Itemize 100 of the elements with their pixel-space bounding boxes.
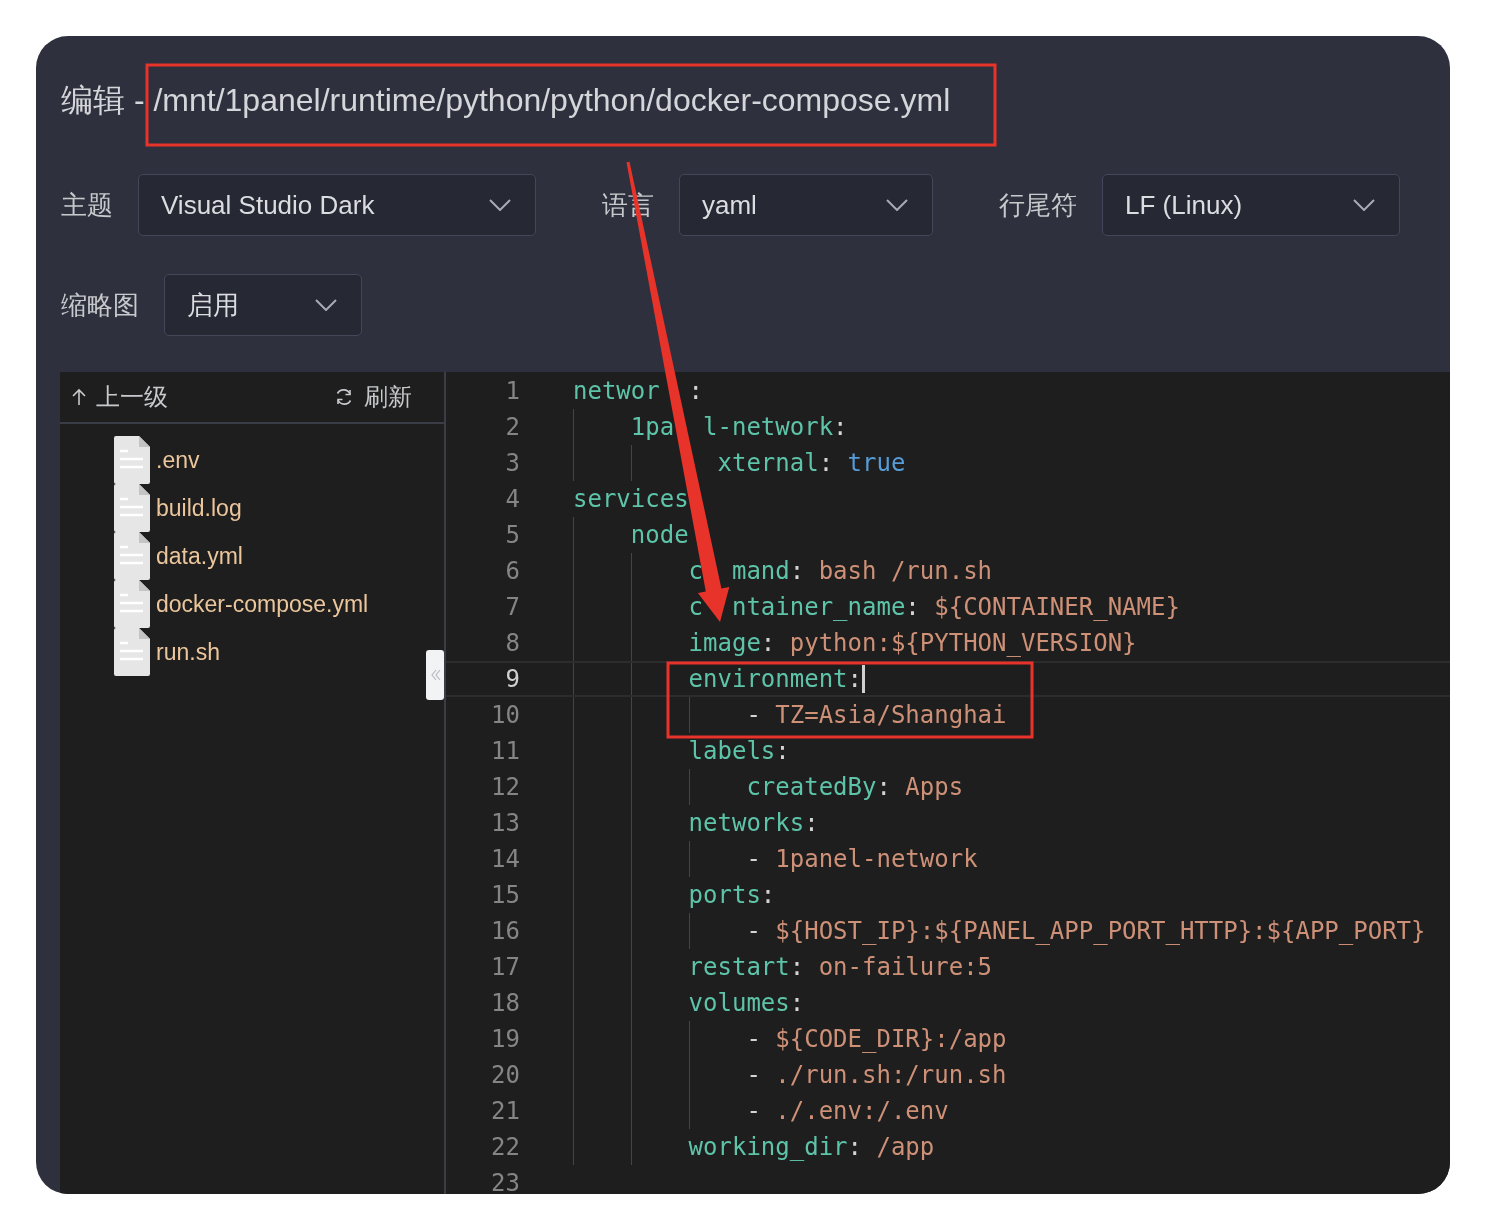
line-number: 9 — [504, 665, 520, 693]
select-dropdown[interactable]: yaml — [679, 174, 933, 236]
code-punctuation: : — [760, 629, 777, 657]
line-number: 6 — [504, 557, 520, 585]
code-punctuation: : — [847, 1133, 863, 1161]
up-level-button[interactable]: 上一级 — [72, 381, 168, 413]
setting-label: 缩略图 — [61, 288, 139, 322]
code-key: labels — [688, 737, 776, 765]
line-number: 11 — [490, 737, 520, 765]
file-item[interactable]: run.sh — [60, 628, 444, 676]
code-value: ${CODE_DIR}:/app — [775, 1025, 1007, 1053]
code-punctuation: - — [746, 1025, 762, 1053]
code-key: environment — [688, 665, 848, 693]
file-icon — [114, 628, 150, 676]
arrow-up-icon — [72, 388, 86, 406]
text-cursor — [862, 665, 865, 693]
code-key: xternal — [717, 449, 819, 477]
code-key: networks — [688, 809, 805, 837]
code-value: ./run.sh:/run.sh — [775, 1061, 1007, 1089]
code-value: ./.env:/.env — [775, 1097, 949, 1125]
code-punctuation: - — [746, 701, 762, 729]
line-number: 12 — [490, 773, 520, 801]
code-punctuation: : — [789, 989, 805, 1017]
chevron-down-icon — [315, 299, 337, 311]
line-number: 16 — [490, 917, 520, 945]
code-punctuation: : — [789, 557, 806, 585]
line-number: 17 — [490, 953, 520, 981]
line-number: 21 — [490, 1097, 520, 1125]
setting-label: 主题 — [61, 188, 113, 222]
setting-label: 行尾符 — [999, 188, 1077, 222]
code-value: Apps — [905, 773, 964, 801]
line-number: 10 — [490, 701, 520, 729]
line-number: 1 — [504, 377, 520, 405]
file-item[interactable]: build.log — [60, 484, 444, 532]
code-key: image — [688, 629, 761, 657]
code-key: working_dir — [688, 1133, 848, 1161]
code-punctuation: : — [804, 809, 819, 837]
code-punctuation: : — [847, 665, 862, 693]
line-number: 20 — [490, 1061, 520, 1089]
refresh-button[interactable]: 刷新 — [334, 381, 412, 413]
line-number: 5 — [504, 521, 520, 549]
line-number: 2 — [504, 413, 520, 441]
code-value: on-failure:5 — [818, 953, 993, 981]
code-key: node — [630, 521, 689, 549]
line-number: 4 — [504, 485, 520, 513]
code-punctuation: : — [688, 377, 704, 405]
select-dropdown[interactable]: Visual Studio Dark — [138, 174, 536, 236]
code-key: services — [573, 485, 689, 513]
file-item[interactable]: docker-compose.yml — [60, 580, 444, 628]
code-punctuation: : — [760, 881, 776, 909]
file-icon — [114, 532, 150, 580]
line-number: 19 — [490, 1025, 520, 1053]
select-dropdown[interactable]: LF (Linux) — [1102, 174, 1400, 236]
line-number: 14 — [490, 845, 520, 873]
line-number: 3 — [504, 449, 520, 477]
code-key: networ — [573, 377, 660, 405]
select-dropdown[interactable]: 启用 — [164, 274, 362, 336]
code-punctuation: : — [833, 413, 848, 441]
code-punctuation: - — [746, 917, 762, 945]
code-key: c — [688, 557, 704, 585]
file-item[interactable]: data.yml — [60, 532, 444, 580]
line-number: 13 — [490, 809, 520, 837]
code-key: restart — [688, 953, 790, 981]
code-value: /app — [876, 1133, 935, 1161]
line-number: 8 — [504, 629, 520, 657]
line-number: 22 — [490, 1133, 520, 1161]
line-number: 18 — [490, 989, 520, 1017]
code-punctuation: - — [746, 845, 762, 873]
line-number: 23 — [490, 1169, 520, 1194]
file-item[interactable]: .env — [60, 436, 444, 484]
chevron-down-icon — [1353, 199, 1375, 211]
code-key: mand — [731, 557, 790, 585]
code-boolean: true — [847, 449, 906, 477]
code-value: ${HOST_IP}:${PANEL_APP_PORT_HTTP}:${APP_PORT} — [775, 917, 1426, 945]
code-punctuation: : — [818, 449, 835, 477]
code-punctuation: : — [876, 773, 892, 801]
code-key: l-network — [703, 413, 834, 441]
line-number: 15 — [490, 881, 520, 909]
dialog-title: 编辑 - /mnt/1panel/runtime/python/python/docker-compose.yml — [61, 81, 951, 120]
code-key: ntainer_name — [731, 593, 906, 621]
code-key: 1pa — [630, 413, 675, 441]
code-key: createdBy — [746, 773, 877, 801]
code-punctuation: : — [905, 593, 921, 621]
code-value: bash /run.sh — [818, 557, 993, 585]
refresh-icon — [334, 387, 354, 407]
code-punctuation: - — [746, 1097, 762, 1125]
code-value: ${CONTAINER_NAME} — [934, 593, 1180, 621]
code-punctuation: : — [775, 737, 790, 765]
chevron-down-icon — [489, 199, 511, 211]
code-punctuation: - — [746, 1061, 762, 1089]
collapse-handle-icon[interactable] — [426, 650, 444, 700]
code-key: ports — [688, 881, 761, 909]
chevron-down-icon — [886, 199, 908, 211]
line-number: 7 — [504, 593, 520, 621]
code-value: TZ=Asia/Shanghai — [775, 701, 1007, 729]
code-punctuation: : — [789, 953, 806, 981]
code-value: python:${PYTHON_VERSION} — [789, 629, 1137, 657]
file-icon — [114, 580, 150, 628]
code-key: c — [688, 593, 704, 621]
code-key: volumes — [688, 989, 790, 1017]
